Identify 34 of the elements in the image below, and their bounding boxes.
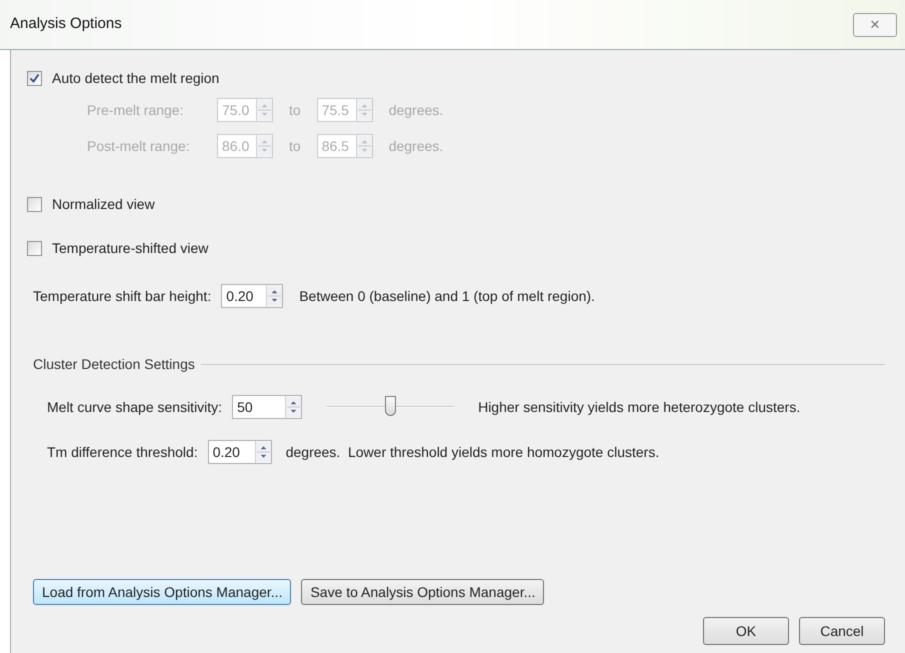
field-label: Tm difference threshold: xyxy=(47,442,198,462)
manager-button[interactable]: Load from Analysis Options Manager... xyxy=(33,579,292,605)
checkbox-label: Auto detect the melt region xyxy=(52,68,220,88)
checkbox[interactable] xyxy=(27,240,42,256)
spin-arrows-icon[interactable] xyxy=(266,285,282,307)
checkmark-icon xyxy=(29,72,40,84)
spin-arrows-icon[interactable] xyxy=(285,396,302,418)
hint-text: Higher sensitivity yields more heterozygote clusters. xyxy=(478,398,800,417)
hint-text: Between 0 (baseline) and 1 (top of melt region). xyxy=(298,286,595,306)
checkbox[interactable] xyxy=(27,196,42,212)
section-title: Cluster Detection Settings xyxy=(33,354,195,374)
range-label: Pre-melt range: xyxy=(87,100,184,120)
slider-thumb[interactable] xyxy=(385,396,396,416)
unit-label: degrees. xyxy=(388,100,444,120)
dialog-button[interactable]: OK xyxy=(703,617,789,645)
checkbox[interactable] xyxy=(27,70,42,86)
field-label: Temperature shift bar height: xyxy=(33,286,212,306)
range-to-label: to xyxy=(288,100,302,120)
manager-button[interactable]: Save to Analysis Options Manager... xyxy=(301,579,544,605)
dialog-button[interactable]: Cancel xyxy=(799,617,885,645)
unit-label: degrees. xyxy=(388,136,444,156)
number-field[interactable]: 0.20 xyxy=(208,440,272,464)
range-to-label: to xyxy=(288,136,302,156)
number-field[interactable]: 0.20 xyxy=(221,284,284,308)
number-field[interactable]: 50 xyxy=(232,395,302,419)
slider[interactable] xyxy=(326,396,454,418)
window-title: Analysis Options xyxy=(10,14,122,34)
field-label: Melt curve shape sensitivity: xyxy=(47,398,222,417)
close-button[interactable]: ✕ xyxy=(853,12,897,36)
range-label: Post-melt range: xyxy=(87,136,191,156)
checkbox-label: Normalized view xyxy=(52,194,155,214)
spin-arrows-icon[interactable] xyxy=(254,441,271,463)
checkbox-label: Temperature-shifted view xyxy=(52,238,208,258)
hint-text: degrees. Lower threshold yields more homozygote clusters. xyxy=(284,442,660,462)
